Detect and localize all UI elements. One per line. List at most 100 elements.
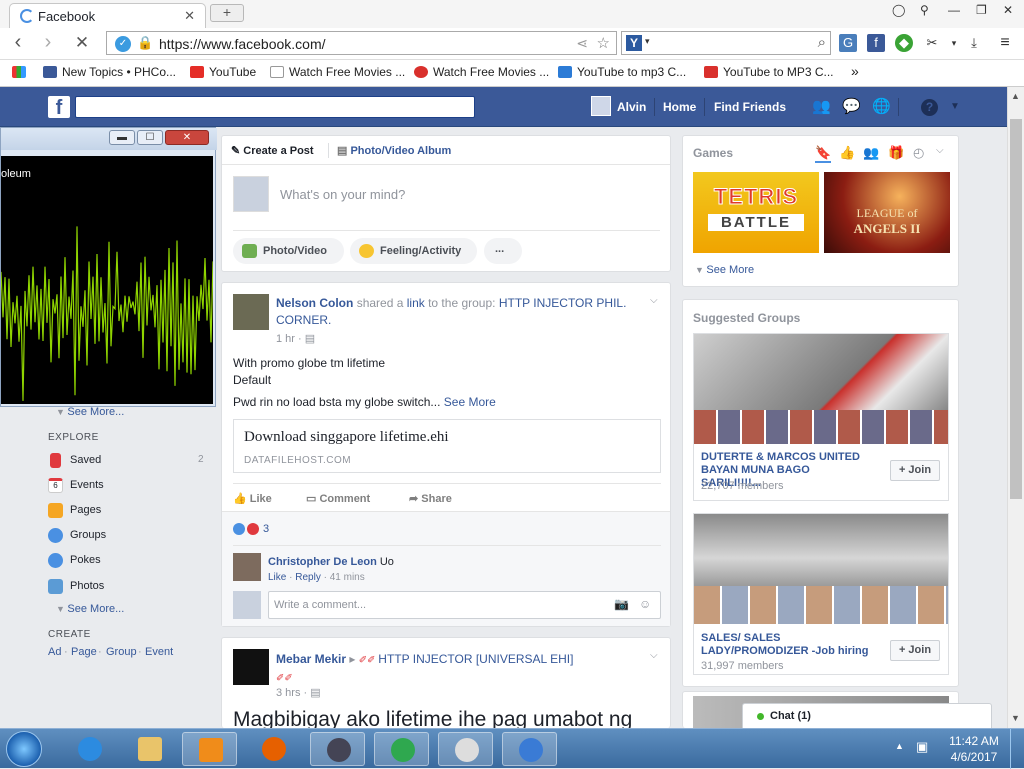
pin-icon[interactable]: ⚲ <box>920 3 929 17</box>
close-window-icon[interactable]: ✕ <box>165 130 209 145</box>
link-word[interactable]: link <box>407 296 425 310</box>
profile-avatar[interactable] <box>591 96 611 116</box>
feeling-activity-button[interactable]: Feeling/Activity <box>350 238 477 264</box>
new-tab-button[interactable]: + <box>210 4 244 22</box>
author-avatar[interactable] <box>233 649 269 685</box>
camera-icon[interactable]: 📷 <box>614 597 629 611</box>
join-group-button[interactable]: + Join <box>890 640 940 661</box>
friends-icon[interactable]: 👥 <box>863 145 879 161</box>
author-name[interactable]: Nelson Colon <box>276 296 353 310</box>
tetris-battle-game[interactable]: TETRIS BATTLE <box>693 172 819 253</box>
settings-app-taskbar-icon[interactable] <box>310 732 365 766</box>
create-page-link[interactable]: Page <box>71 646 97 658</box>
menu-icon[interactable]: ≡ <box>996 34 1014 52</box>
bookmark-item[interactable]: New Topics • PHCo... <box>43 65 176 79</box>
create-event-link[interactable]: Event <box>145 646 173 658</box>
post-timestamp[interactable]: 3 hrs · ▤ <box>276 686 321 699</box>
restore-icon[interactable]: ❐ <box>976 3 987 17</box>
status-input[interactable]: What's on your mind? <box>280 187 405 202</box>
extension-dropdown-icon[interactable]: ▾ <box>945 34 963 52</box>
write-comment-input[interactable]: Write a comment... 📷 ☺ <box>268 591 661 619</box>
author-avatar[interactable] <box>233 294 269 330</box>
bookmark-star-icon[interactable]: ☆ <box>597 34 610 52</box>
see-more-link[interactable]: ▼ See More... <box>56 406 124 418</box>
league-of-angels-game[interactable]: LEAGUE of ANGELS II <box>824 172 950 253</box>
commenter-avatar[interactable] <box>233 553 261 581</box>
clock-app-taskbar-icon[interactable] <box>438 732 493 766</box>
minimize-icon[interactable]: ▬ <box>109 130 135 145</box>
scrollbar-thumb[interactable] <box>1010 119 1022 499</box>
post-options-chevron-icon[interactable]: ⌵ <box>650 650 658 661</box>
see-more-link[interactable]: ▼ See More... <box>56 603 124 615</box>
friend-requests-icon[interactable]: 👥 <box>812 99 831 115</box>
group-name[interactable]: SALES/ SALES LADY/PROMODIZER -Job hiring <box>701 632 879 658</box>
like-button[interactable]: 👍 Like <box>233 492 272 505</box>
comment-button[interactable]: ▭ Comment <box>306 492 370 505</box>
chat-tab[interactable]: Chat (1) <box>742 703 992 728</box>
profile-name-link[interactable]: Alvin <box>617 100 646 114</box>
translate-extension-icon[interactable]: G <box>839 34 857 52</box>
account-menu-icon[interactable]: ▼ <box>946 99 964 115</box>
stop-icon[interactable]: ✕ <box>70 33 94 53</box>
player-title-bar[interactable]: ▬ ☐ ✕ <box>1 128 217 150</box>
bookmark-icon[interactable]: 🔖 <box>815 145 832 163</box>
post-options-chevron-icon[interactable]: ⌵ <box>650 295 658 306</box>
photo-video-album-tab[interactable]: ▤ Photo/Video Album <box>337 144 451 157</box>
see-more-link[interactable]: See More <box>444 395 496 409</box>
link-attachment[interactable]: Download singgapore lifetime.ehi DATAFIL… <box>233 419 661 473</box>
join-group-button[interactable]: + Join <box>890 460 940 481</box>
create-ad-link[interactable]: Ad <box>48 646 61 658</box>
gift-icon[interactable]: 🎁 <box>888 145 904 161</box>
create-group-link[interactable]: Group <box>106 646 137 658</box>
more-options-button[interactable]: ... <box>484 238 522 264</box>
scissors-extension-icon[interactable]: ✂ <box>923 34 941 52</box>
back-icon[interactable]: ‹ <box>6 31 30 54</box>
media-player-window[interactable]: ▬ ☐ ✕ oleum <box>0 127 217 407</box>
firefox-taskbar-icon[interactable] <box>246 732 301 766</box>
chevron-down-icon[interactable]: ⌵ <box>936 145 944 156</box>
forward-icon[interactable]: › <box>36 31 60 54</box>
start-button[interactable] <box>6 731 42 767</box>
download-manager-taskbar-icon[interactable] <box>374 732 429 766</box>
author-name[interactable]: Mebar Mekir <box>276 652 346 666</box>
group-card[interactable]: SALES/ SALES LADY/PROMODIZER -Job hiring… <box>693 513 949 675</box>
share-icon[interactable]: ⋖ <box>576 35 588 52</box>
games-see-more-link[interactable]: ▼ See More <box>695 264 754 276</box>
yahoo-search-box[interactable]: Y ▾ ⌕ <box>621 31 831 55</box>
scroll-down-icon[interactable]: ▼ <box>1011 713 1020 723</box>
facebook-extension-icon[interactable]: f <box>867 34 885 52</box>
photo-video-button[interactable]: Photo/Video <box>233 238 344 264</box>
messages-icon[interactable]: 💬 <box>842 99 861 115</box>
bookmark-item[interactable]: YouTube to MP3 C... <box>704 65 834 79</box>
help-icon[interactable]: ? <box>921 99 938 116</box>
home-link[interactable]: Home <box>663 100 696 114</box>
facebook-logo-icon[interactable]: f <box>48 96 70 119</box>
bookmark-item[interactable]: Watch Free Movies ... <box>270 65 405 79</box>
minimize-icon[interactable]: — <box>948 3 960 17</box>
comment-like-link[interactable]: Like <box>268 572 286 583</box>
bookmark-item[interactable]: YouTube to mp3 C... <box>558 65 686 79</box>
profile-icon[interactable]: ◯ <box>892 3 905 17</box>
bookmark-item[interactable]: YouTube <box>190 65 256 79</box>
commenter-name[interactable]: Christopher De Leon <box>268 556 377 568</box>
share-button[interactable]: ➦ Share <box>409 492 452 505</box>
system-clock[interactable]: 11:42 AM 4/6/2017 <box>944 733 1004 765</box>
trending-icon[interactable]: ◴ <box>913 145 924 161</box>
facebook-search-input[interactable] <box>75 96 475 118</box>
search-icon[interactable]: ⌕ <box>818 34 826 51</box>
tray-expand-icon[interactable]: ▲ <box>895 741 904 751</box>
bookmarks-overflow-icon[interactable]: » <box>851 63 859 79</box>
create-post-tab[interactable]: ✎ Create a Post <box>231 144 314 157</box>
thumbs-up-icon[interactable]: 👍 <box>839 145 855 161</box>
group-link[interactable]: HTTP INJECTOR [UNIVERSAL EHI] <box>378 652 573 666</box>
show-desktop-button[interactable] <box>1010 729 1024 769</box>
scroll-up-icon[interactable]: ▲ <box>1011 91 1020 101</box>
post-timestamp[interactable]: 1 hr · ▤ <box>276 332 315 345</box>
network-icon[interactable]: ▣ <box>916 739 928 755</box>
media-player-taskbar-icon[interactable] <box>182 732 237 766</box>
comment-reply-link[interactable]: Reply <box>295 572 321 583</box>
file-explorer-taskbar-icon[interactable] <box>122 732 177 766</box>
apps-icon[interactable] <box>12 65 31 79</box>
group-card[interactable]: DUTERTE & MARCOS UNITED BAYAN MUNA BAGO … <box>693 333 949 501</box>
bookmark-item[interactable]: Watch Free Movies ... <box>414 65 549 79</box>
